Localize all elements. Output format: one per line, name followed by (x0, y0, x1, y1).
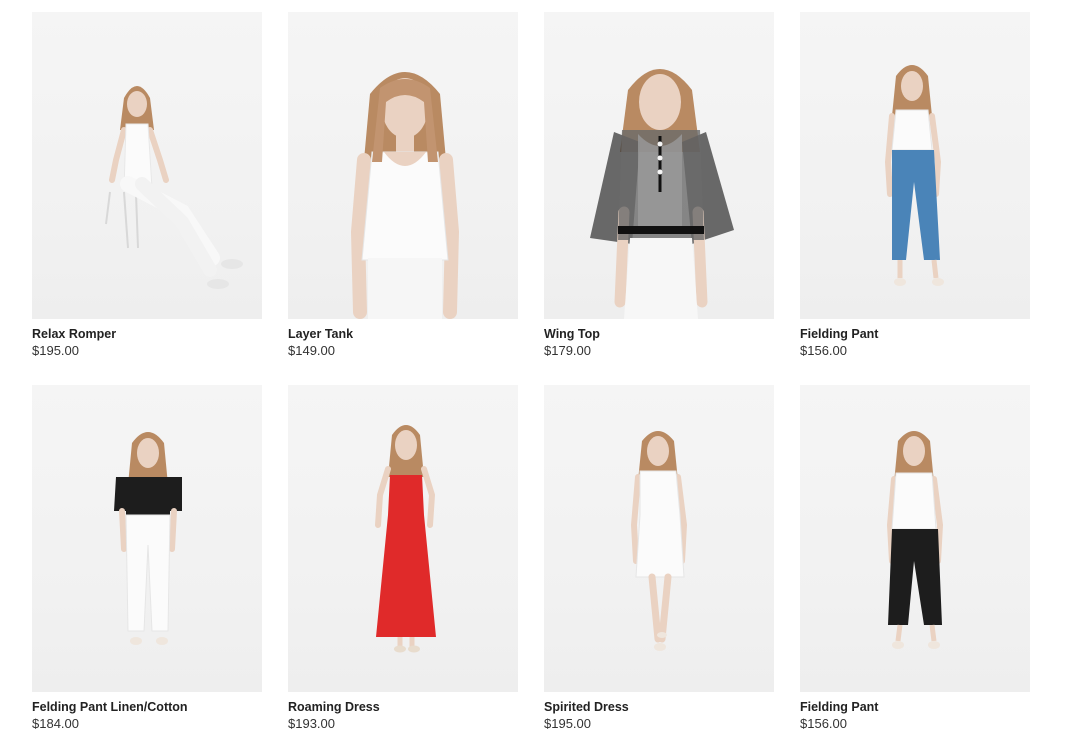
product-price: $179.00 (544, 343, 591, 358)
product-image[interactable] (800, 12, 1030, 319)
product-image[interactable] (544, 12, 774, 319)
product-card-relax-romper[interactable]: Relax Romper $195.00 (32, 12, 262, 360)
product-name[interactable]: Spirited Dress (544, 699, 774, 715)
product-name[interactable]: Layer Tank (288, 326, 518, 342)
product-image[interactable] (32, 385, 262, 692)
product-price: $193.00 (288, 716, 335, 731)
model-photo (350, 72, 460, 319)
model-photo (630, 431, 688, 651)
product-price: $156.00 (800, 343, 847, 358)
model-photo (114, 432, 182, 645)
product-name[interactable]: Roaming Dress (288, 699, 518, 715)
product-price: $184.00 (32, 716, 79, 731)
product-image[interactable] (288, 12, 518, 319)
product-name[interactable]: Wing Top (544, 326, 774, 342)
model-photo (886, 431, 944, 649)
model-photo (375, 425, 436, 653)
product-price: $195.00 (32, 343, 79, 358)
model-photo (884, 65, 944, 286)
product-card-spirited-dress[interactable]: Spirited Dress $195.00 (544, 385, 774, 733)
product-card-layer-tank[interactable]: Layer Tank $149.00 (288, 12, 518, 360)
product-name[interactable]: Relax Romper (32, 326, 262, 342)
product-price: $149.00 (288, 343, 335, 358)
model-photo (590, 69, 734, 319)
product-grid: Relax Romper $195.00 Layer Tank $149.00 … (0, 0, 1071, 748)
product-price: $156.00 (800, 716, 847, 731)
product-price: $195.00 (544, 716, 591, 731)
product-card-fielding-pant-black[interactable]: Fielding Pant $156.00 (800, 385, 1030, 733)
product-card-wing-top[interactable]: Wing Top $179.00 (544, 12, 774, 360)
product-image[interactable] (800, 385, 1030, 692)
product-name[interactable]: Fielding Pant (800, 699, 1030, 715)
product-image[interactable] (544, 385, 774, 692)
product-card-fielding-pant-blue[interactable]: Fielding Pant $156.00 (800, 12, 1030, 360)
product-image[interactable] (32, 12, 262, 319)
product-card-felding-pant-linen-cotton[interactable]: Felding Pant Linen/Cotton $184.00 (32, 385, 262, 733)
product-name[interactable]: Fielding Pant (800, 326, 1030, 342)
model-photo (105, 86, 243, 289)
product-image[interactable] (288, 385, 518, 692)
product-card-roaming-dress[interactable]: Roaming Dress $193.00 (288, 385, 518, 733)
product-name[interactable]: Felding Pant Linen/Cotton (32, 699, 262, 715)
